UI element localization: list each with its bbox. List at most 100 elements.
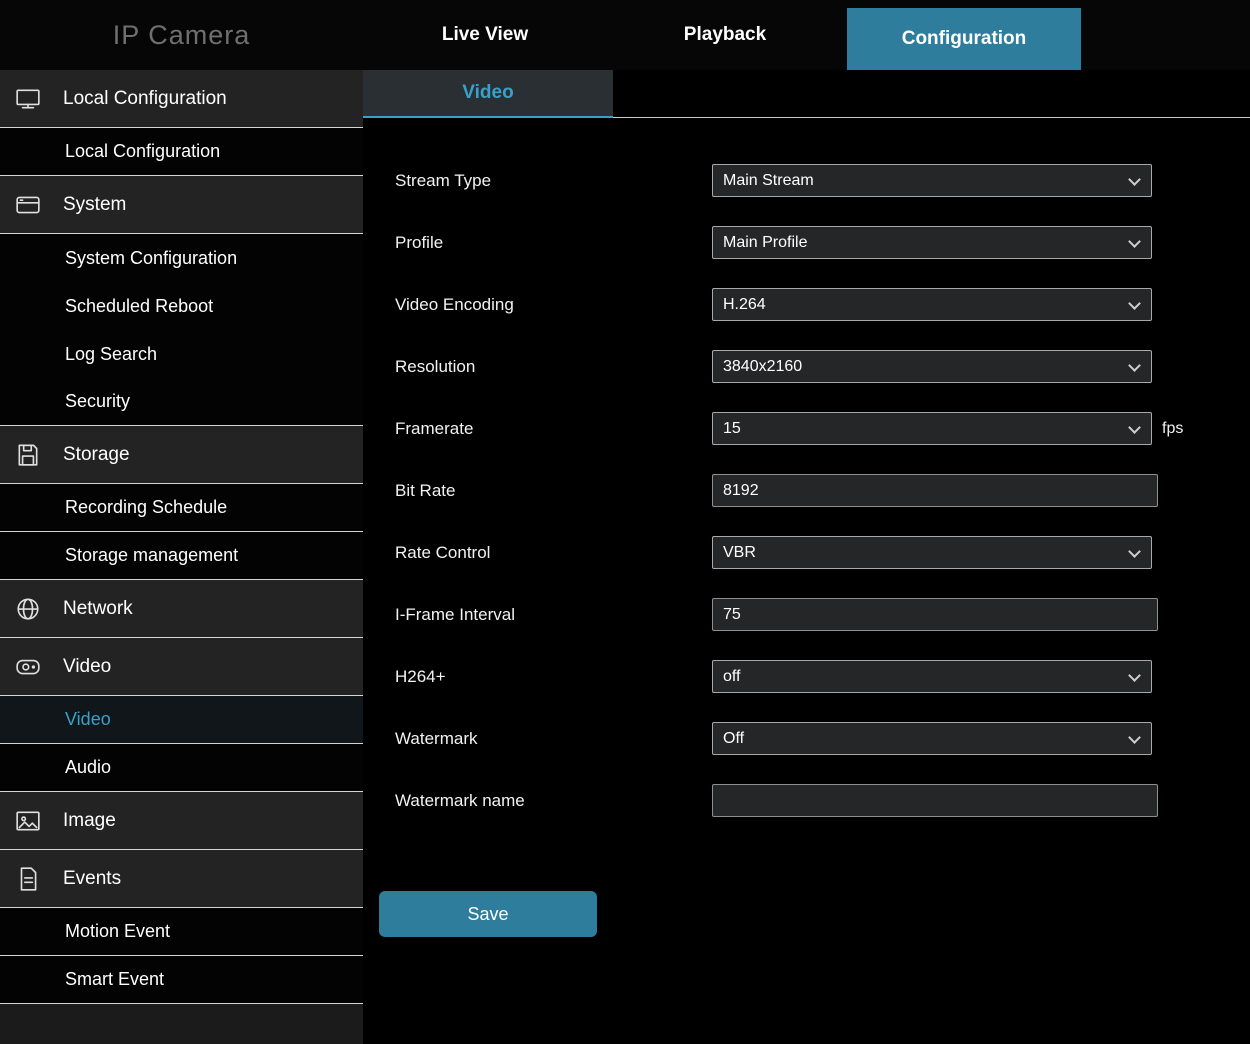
- h264plus-label: H264+: [395, 667, 712, 687]
- profile-select[interactable]: Main Profile: [712, 226, 1152, 259]
- select-value: 3840x2160: [723, 358, 802, 376]
- sidebar-item-label: Security: [65, 391, 130, 412]
- rate-control-select[interactable]: VBR: [712, 536, 1152, 569]
- storage-icon: [13, 442, 43, 468]
- sidebar-item-network[interactable]: Network: [0, 580, 363, 638]
- select-value: off: [723, 668, 741, 686]
- sidebar-item-label: Scheduled Reboot: [65, 296, 213, 317]
- sidebar-item-local-configuration[interactable]: Local Configuration: [0, 70, 363, 128]
- iframe-interval-label: I-Frame Interval: [395, 605, 712, 625]
- sidebar-item-audio[interactable]: Audio: [0, 744, 363, 792]
- select-value: Main Stream: [723, 172, 814, 190]
- sidebar-item-storage[interactable]: Storage: [0, 426, 363, 484]
- form-row: I-Frame Interval: [395, 598, 1250, 631]
- chevron-down-icon: [1128, 731, 1141, 744]
- framerate-select[interactable]: 15: [712, 412, 1152, 445]
- sidebar-item-smart-event[interactable]: Smart Event: [0, 956, 363, 1004]
- select-value: Off: [723, 730, 744, 748]
- sidebar-item-label: Events: [63, 868, 121, 890]
- chevron-down-icon: [1128, 173, 1141, 186]
- form-row: Video Encoding H.264: [395, 288, 1250, 321]
- stream-type-label: Stream Type: [395, 171, 712, 191]
- framerate-unit: fps: [1162, 420, 1183, 438]
- tab-configuration[interactable]: Configuration: [847, 8, 1081, 70]
- h264plus-select[interactable]: off: [712, 660, 1152, 693]
- content-tab-row: Video: [363, 70, 1250, 118]
- form-row: Profile Main Profile: [395, 226, 1250, 259]
- sidebar-item-local-configuration-sub[interactable]: Local Configuration: [0, 128, 363, 176]
- watermark-label: Watermark: [395, 729, 712, 749]
- sidebar-item-label: Video: [65, 709, 111, 730]
- tab-live-view[interactable]: Live View: [400, 0, 570, 70]
- sidebar-item-label: Storage: [63, 444, 130, 466]
- sidebar-item-label: Recording Schedule: [65, 497, 227, 518]
- sidebar-item-label: Audio: [65, 757, 111, 778]
- sidebar: Local Configuration Local Configuration …: [0, 70, 363, 1041]
- events-icon: [13, 866, 43, 892]
- sidebar-item-scheduled-reboot[interactable]: Scheduled Reboot: [0, 282, 363, 330]
- image-icon: [13, 808, 43, 834]
- sidebar-item-label: Smart Event: [65, 969, 164, 990]
- iframe-interval-input[interactable]: [712, 598, 1158, 631]
- sidebar-item-motion-event[interactable]: Motion Event: [0, 908, 363, 956]
- top-bar: IP Camera Live View Playback Configurati…: [0, 0, 1250, 70]
- network-icon: [13, 596, 43, 622]
- profile-label: Profile: [395, 233, 712, 253]
- form-row: Framerate 15 fps: [395, 412, 1250, 445]
- bit-rate-input[interactable]: [712, 474, 1158, 507]
- form-row: Watermark name: [395, 784, 1250, 817]
- resolution-label: Resolution: [395, 357, 712, 377]
- video-settings-form: Stream Type Main Stream Profile Main Pro…: [363, 118, 1250, 817]
- monitor-icon: [13, 86, 43, 112]
- sidebar-item-label: Local Configuration: [65, 141, 220, 162]
- select-value: 15: [723, 420, 741, 438]
- resolution-select[interactable]: 3840x2160: [712, 350, 1152, 383]
- stream-type-select[interactable]: Main Stream: [712, 164, 1152, 197]
- chevron-down-icon: [1128, 235, 1141, 248]
- sidebar-item-video-sub[interactable]: Video: [0, 696, 363, 744]
- rate-control-label: Rate Control: [395, 543, 712, 563]
- chevron-down-icon: [1128, 359, 1141, 372]
- sidebar-item-log-search[interactable]: Log Search: [0, 330, 363, 378]
- video-encoding-select[interactable]: H.264: [712, 288, 1152, 321]
- sidebar-item-label: System: [63, 194, 126, 216]
- video-encoding-label: Video Encoding: [395, 295, 712, 315]
- sidebar-item-storage-management[interactable]: Storage management: [0, 532, 363, 580]
- form-row: Watermark Off: [395, 722, 1250, 755]
- sidebar-item-label: Local Configuration: [63, 88, 227, 110]
- sidebar-item-video[interactable]: Video: [0, 638, 363, 696]
- sidebar-item-label: Video: [63, 656, 111, 678]
- form-row: Stream Type Main Stream: [395, 164, 1250, 197]
- sidebar-item-system[interactable]: System: [0, 176, 363, 234]
- form-row: Bit Rate: [395, 474, 1250, 507]
- tab-playback[interactable]: Playback: [645, 0, 805, 70]
- sidebar-item-label: Motion Event: [65, 921, 170, 942]
- sidebar-filler: [0, 1004, 363, 1044]
- sidebar-item-label: Network: [63, 598, 133, 620]
- framerate-label: Framerate: [395, 419, 712, 439]
- sidebar-item-events[interactable]: Events: [0, 850, 363, 908]
- chevron-down-icon: [1128, 421, 1141, 434]
- video-icon: [13, 654, 43, 680]
- watermark-select[interactable]: Off: [712, 722, 1152, 755]
- chevron-down-icon: [1128, 545, 1141, 558]
- save-button-container: Save: [379, 891, 1250, 937]
- save-button[interactable]: Save: [379, 891, 597, 937]
- sidebar-item-security[interactable]: Security: [0, 378, 363, 426]
- sidebar-item-label: Image: [63, 810, 116, 832]
- select-value: VBR: [723, 544, 756, 562]
- sidebar-item-image[interactable]: Image: [0, 792, 363, 850]
- sidebar-item-label: Log Search: [65, 344, 157, 365]
- select-value: H.264: [723, 296, 766, 314]
- system-icon: [13, 192, 43, 218]
- form-row: Resolution 3840x2160: [395, 350, 1250, 383]
- sidebar-item-system-configuration[interactable]: System Configuration: [0, 234, 363, 282]
- tab-video[interactable]: Video: [363, 70, 613, 118]
- app-logo: IP Camera: [0, 0, 363, 70]
- sidebar-item-label: System Configuration: [65, 248, 237, 269]
- watermark-name-input[interactable]: [712, 784, 1158, 817]
- sidebar-item-recording-schedule[interactable]: Recording Schedule: [0, 484, 363, 532]
- chevron-down-icon: [1128, 669, 1141, 682]
- watermark-name-label: Watermark name: [395, 791, 712, 811]
- form-row: H264+ off: [395, 660, 1250, 693]
